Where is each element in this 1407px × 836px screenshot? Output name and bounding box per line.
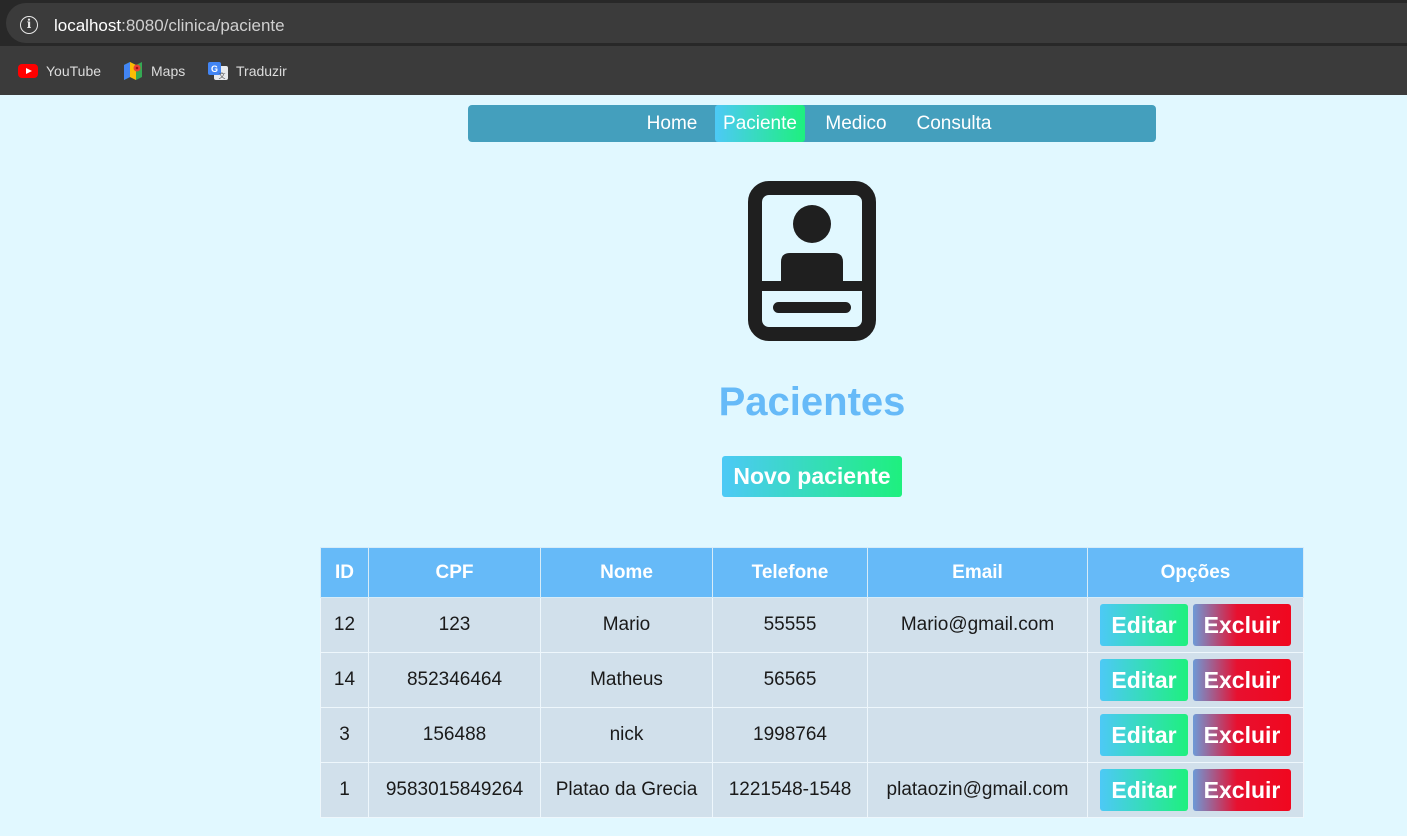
cell-id: 3 xyxy=(320,707,369,763)
new-patient-button[interactable]: Novo paciente xyxy=(722,456,902,497)
bookmark-label: Traduzir xyxy=(236,63,287,79)
column-header-id: ID xyxy=(320,547,369,598)
translate-icon: G 文 xyxy=(208,62,228,80)
edit-button[interactable]: Editar xyxy=(1100,769,1188,811)
column-header-opcoes: Opções xyxy=(1087,547,1304,598)
page-title: Pacientes xyxy=(718,380,906,424)
cell-email xyxy=(867,652,1088,708)
cell-nome: Platao da Grecia xyxy=(540,762,713,818)
bookmark-maps[interactable]: Maps xyxy=(124,61,185,81)
cell-options: Editar Excluir xyxy=(1087,707,1304,763)
bookmark-label: YouTube xyxy=(46,63,102,79)
url-host: localhost xyxy=(54,16,122,35)
bookmark-traduzir[interactable]: G 文 Traduzir xyxy=(208,61,287,81)
patient-card-icon xyxy=(748,181,876,341)
edit-button[interactable]: Editar xyxy=(1100,604,1188,646)
cell-email: Mario@gmail.com xyxy=(867,597,1088,653)
cell-cpf: 9583015849264 xyxy=(368,762,541,818)
delete-button[interactable]: Excluir xyxy=(1193,714,1291,756)
column-header-nome: Nome xyxy=(540,547,713,598)
cell-cpf: 123 xyxy=(368,597,541,653)
cell-telefone: 55555 xyxy=(712,597,868,653)
column-header-telefone: Telefone xyxy=(712,547,868,598)
edit-button[interactable]: Editar xyxy=(1100,714,1188,756)
cell-options: Editar Excluir xyxy=(1087,762,1304,818)
cell-email: plataozin@gmail.com xyxy=(867,762,1088,818)
bookmark-label: Maps xyxy=(151,63,186,79)
nav-medico[interactable]: Medico xyxy=(818,105,894,142)
site-info-icon[interactable]: i xyxy=(20,16,38,34)
cell-telefone: 1998764 xyxy=(712,707,868,763)
delete-button[interactable]: Excluir xyxy=(1193,769,1291,811)
bookmark-youtube[interactable]: YouTube xyxy=(18,61,101,81)
patients-table: ID CPF Nome Telefone Email Opções 12 123… xyxy=(320,547,1304,818)
delete-button[interactable]: Excluir xyxy=(1193,604,1291,646)
url-path: :8080/clinica/paciente xyxy=(121,16,285,35)
bookmarks-bar: YouTube Maps G 文 Traduzir xyxy=(0,46,1407,95)
cell-id: 12 xyxy=(320,597,369,653)
cell-telefone: 1221548-1548 xyxy=(712,762,868,818)
nav-home[interactable]: Home xyxy=(636,105,708,142)
cell-email xyxy=(867,707,1088,763)
main-navbar: Home Paciente Medico Consulta xyxy=(468,105,1156,142)
table-row: 1 9583015849264 Platao da Grecia 1221548… xyxy=(320,762,1304,818)
nav-paciente[interactable]: Paciente xyxy=(715,105,805,142)
url-box[interactable]: i localhost:8080/clinica/paciente xyxy=(6,3,1407,43)
table-row: 12 123 Mario 55555 Mario@gmail.com Edita… xyxy=(320,597,1304,653)
table-header-row: ID CPF Nome Telefone Email Opções xyxy=(320,547,1304,598)
cell-nome: Mario xyxy=(540,597,713,653)
cell-cpf: 156488 xyxy=(368,707,541,763)
youtube-icon xyxy=(18,64,38,78)
cell-nome: Matheus xyxy=(540,652,713,708)
delete-button[interactable]: Excluir xyxy=(1193,659,1291,701)
table-row: 14 852346464 Matheus 56565 Editar Exclui… xyxy=(320,652,1304,708)
nav-consulta[interactable]: Consulta xyxy=(908,105,1000,142)
svg-text:G: G xyxy=(211,64,218,74)
maps-icon xyxy=(124,62,142,80)
edit-button[interactable]: Editar xyxy=(1100,659,1188,701)
browser-address-bar: i localhost:8080/clinica/paciente xyxy=(0,0,1407,46)
column-header-email: Email xyxy=(867,547,1088,598)
url-text[interactable]: localhost:8080/clinica/paciente xyxy=(54,16,285,36)
cell-id: 14 xyxy=(320,652,369,708)
cell-id: 1 xyxy=(320,762,369,818)
cell-options: Editar Excluir xyxy=(1087,652,1304,708)
cell-nome: nick xyxy=(540,707,713,763)
cell-cpf: 852346464 xyxy=(368,652,541,708)
svg-text:文: 文 xyxy=(219,71,226,80)
table-row: 3 156488 nick 1998764 Editar Excluir xyxy=(320,707,1304,763)
cell-telefone: 56565 xyxy=(712,652,868,708)
column-header-cpf: CPF xyxy=(368,547,541,598)
cell-options: Editar Excluir xyxy=(1087,597,1304,653)
